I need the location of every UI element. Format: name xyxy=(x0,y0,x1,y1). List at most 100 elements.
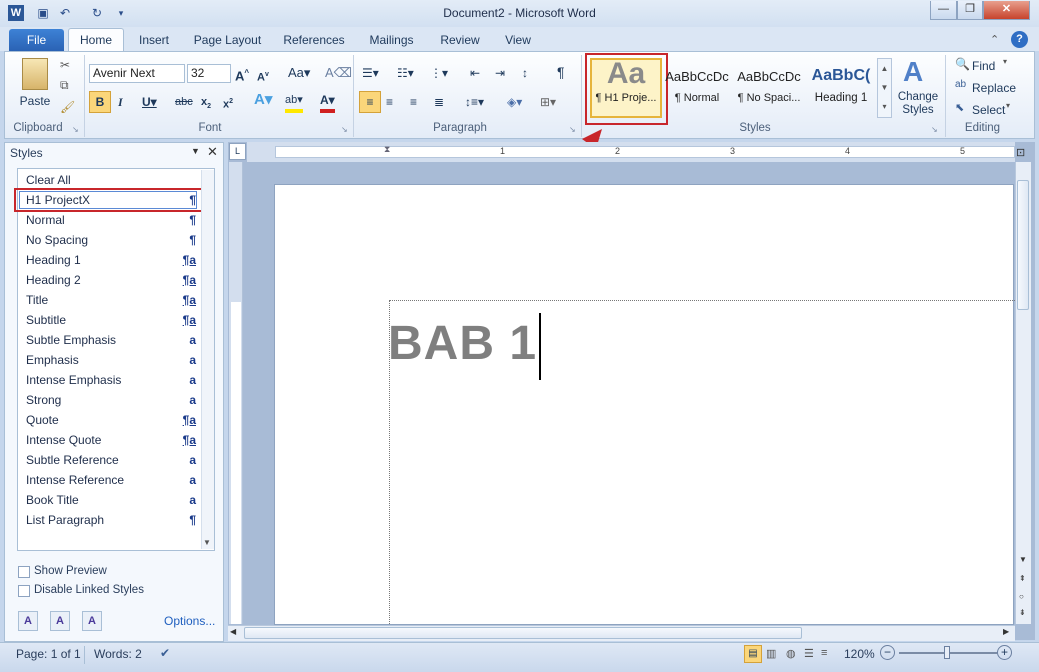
style-gallery-h1-projectx[interactable]: Aa ¶ H1 Proje... xyxy=(590,58,662,118)
style-list-item[interactable]: Heading 2 ¶a xyxy=(26,271,196,289)
style-list-item[interactable]: Book Title a xyxy=(26,491,196,509)
select-button[interactable]: Select xyxy=(972,101,1005,119)
find-button[interactable]: Find xyxy=(972,57,995,75)
styles-list-scrollbar[interactable] xyxy=(201,170,214,549)
style-list-item[interactable]: Intense Emphasis a xyxy=(26,371,196,389)
clipboard-launcher-icon[interactable]: ↘ xyxy=(72,125,79,134)
pane-close-icon[interactable]: ✕ xyxy=(207,144,218,160)
previous-page-icon[interactable]: ⇞ xyxy=(1019,574,1026,583)
style-list-item[interactable]: Normal ¶ xyxy=(26,211,196,229)
tab-selector-icon[interactable]: L xyxy=(229,143,246,160)
scroll-thumb[interactable] xyxy=(1017,180,1029,310)
new-style-icon[interactable]: A xyxy=(18,611,38,631)
scroll-right-icon[interactable]: ▶ xyxy=(1003,627,1009,636)
select-dropdown-icon[interactable]: ▾ xyxy=(1006,101,1010,110)
grow-font-icon[interactable]: A^ xyxy=(235,64,249,85)
justify-icon[interactable]: ≣ xyxy=(434,93,444,111)
cut-icon[interactable]: ✂ xyxy=(60,58,70,72)
show-preview-checkbox[interactable] xyxy=(18,566,30,578)
tab-home[interactable]: Home xyxy=(68,28,124,52)
style-list-item[interactable]: Subtle Reference a xyxy=(26,451,196,469)
full-screen-reading-icon[interactable]: ▥ xyxy=(766,647,776,660)
text-effects-icon[interactable]: A▾ xyxy=(254,91,272,109)
format-painter-icon[interactable]: 🖌 xyxy=(60,100,75,114)
change-styles-icon[interactable]: A xyxy=(903,56,923,88)
word-count[interactable]: Words: 2 xyxy=(94,647,142,661)
style-list-item[interactable]: No Spacing ¶ xyxy=(26,231,196,249)
align-left-icon[interactable]: ≡ xyxy=(359,91,381,113)
line-spacing-icon[interactable]: ↕≡▾ xyxy=(465,93,484,111)
bullets-icon[interactable]: ☰▾ xyxy=(362,64,379,82)
clear-formatting-icon[interactable]: A⌫ xyxy=(325,64,352,82)
replace-button[interactable]: Replace xyxy=(972,79,1016,97)
subscript-button[interactable]: x2 xyxy=(201,93,211,116)
underline-button[interactable]: U▾ xyxy=(142,93,157,111)
tab-references[interactable]: References xyxy=(280,30,348,50)
style-list-item[interactable]: Strong a xyxy=(26,391,196,409)
find-dropdown-icon[interactable]: ▾ xyxy=(1003,57,1007,66)
document-heading[interactable]: BAB 1 xyxy=(388,316,537,371)
tab-page-layout[interactable]: Page Layout xyxy=(190,30,265,50)
maximize-button[interactable]: ❐ xyxy=(957,1,983,20)
print-layout-view-icon[interactable]: ▤ xyxy=(744,645,762,663)
page-count[interactable]: Page: 1 of 1 xyxy=(16,647,81,661)
outline-view-icon[interactable]: ☰ xyxy=(804,647,814,660)
proofing-icon[interactable]: ✔ xyxy=(160,646,170,660)
style-list-item[interactable]: Intense Reference a xyxy=(26,471,196,489)
select-icon[interactable]: ⬉ xyxy=(955,101,964,114)
style-list-item[interactable]: Subtitle ¶a xyxy=(26,311,196,329)
align-center-icon[interactable]: ≡ xyxy=(386,93,393,111)
horizontal-scrollbar[interactable]: ◀ ▶ xyxy=(228,625,1015,641)
font-size-combo[interactable]: 32 xyxy=(187,64,231,83)
italic-button[interactable]: I xyxy=(118,93,123,111)
pane-options-icon[interactable]: ▼ xyxy=(191,146,200,156)
bold-button[interactable]: B xyxy=(89,91,111,113)
manage-styles-icon[interactable]: A xyxy=(82,611,102,631)
zoom-slider-thumb[interactable] xyxy=(944,646,950,659)
style-list-item[interactable]: Heading 1 ¶a xyxy=(26,251,196,269)
increase-indent-icon[interactable]: ⇥ xyxy=(495,64,505,82)
font-name-combo[interactable]: Avenir Next xyxy=(89,64,185,83)
close-button[interactable]: ✕ xyxy=(983,1,1030,20)
style-gallery-no-spacing[interactable]: AaBbCcDc ¶ No Spaci... xyxy=(737,57,801,119)
style-list-item[interactable]: Quote ¶a xyxy=(26,411,196,429)
style-list-item[interactable]: List Paragraph ¶ xyxy=(26,511,196,529)
tab-mailings[interactable]: Mailings xyxy=(364,30,419,50)
view-ruler-icon[interactable]: ⊡ xyxy=(1016,146,1025,159)
align-right-icon[interactable]: ≡ xyxy=(410,93,417,111)
vertical-ruler[interactable] xyxy=(229,162,243,624)
style-inspector-icon[interactable]: A xyxy=(50,611,70,631)
next-page-icon[interactable]: ⇟ xyxy=(1019,608,1026,617)
disable-linked-styles-checkbox[interactable] xyxy=(18,585,30,597)
style-list-item[interactable]: H1 ProjectX ¶ xyxy=(26,191,196,209)
horizontal-ruler[interactable]: ⧗ 1 2 3 4 5 xyxy=(247,142,1015,162)
draft-view-icon[interactable]: ≡ xyxy=(821,647,827,659)
paste-label[interactable]: Paste xyxy=(14,92,56,110)
find-icon[interactable]: 🔍 xyxy=(955,57,970,71)
scroll-left-icon[interactable]: ◀ xyxy=(230,627,236,636)
tab-review[interactable]: Review xyxy=(436,30,484,50)
tab-insert[interactable]: Insert xyxy=(134,30,174,50)
style-gallery-normal[interactable]: AaBbCcDc ¶ Normal xyxy=(665,57,729,119)
show-formatting-icon[interactable]: ¶ xyxy=(557,63,565,81)
sort-icon[interactable]: ↕ xyxy=(522,64,528,82)
select-browse-object-icon[interactable]: ○ xyxy=(1019,592,1024,601)
minimize-button[interactable]: — xyxy=(930,1,957,20)
vertical-scrollbar[interactable]: ▼ ⇞ ○ ⇟ xyxy=(1015,162,1031,624)
tab-file[interactable]: File xyxy=(9,29,64,51)
style-list-item[interactable]: Clear All xyxy=(26,171,196,189)
decrease-indent-icon[interactable]: ⇤ xyxy=(470,64,480,82)
font-color-icon[interactable]: A▾ xyxy=(320,91,335,113)
numbering-icon[interactable]: ☷▾ xyxy=(397,64,414,82)
strikethrough-button[interactable]: abc xyxy=(175,93,193,111)
style-gallery-scroll[interactable]: ▲ ▼ ▾ xyxy=(877,58,892,118)
style-gallery-heading-1[interactable]: AaBbC( Heading 1 xyxy=(809,57,873,119)
style-list-item[interactable]: Emphasis a xyxy=(26,351,196,369)
minimize-ribbon-icon[interactable]: ⌃ xyxy=(990,33,999,46)
change-styles-button[interactable]: Change Styles xyxy=(895,91,941,117)
shrink-font-icon[interactable]: Av xyxy=(257,66,269,87)
change-case-icon[interactable]: Aa▾ xyxy=(288,64,310,82)
style-list-item[interactable]: Subtle Emphasis a xyxy=(26,331,196,349)
shading-icon[interactable]: ◈▾ xyxy=(507,93,522,111)
borders-icon[interactable]: ⊞▾ xyxy=(540,93,556,111)
